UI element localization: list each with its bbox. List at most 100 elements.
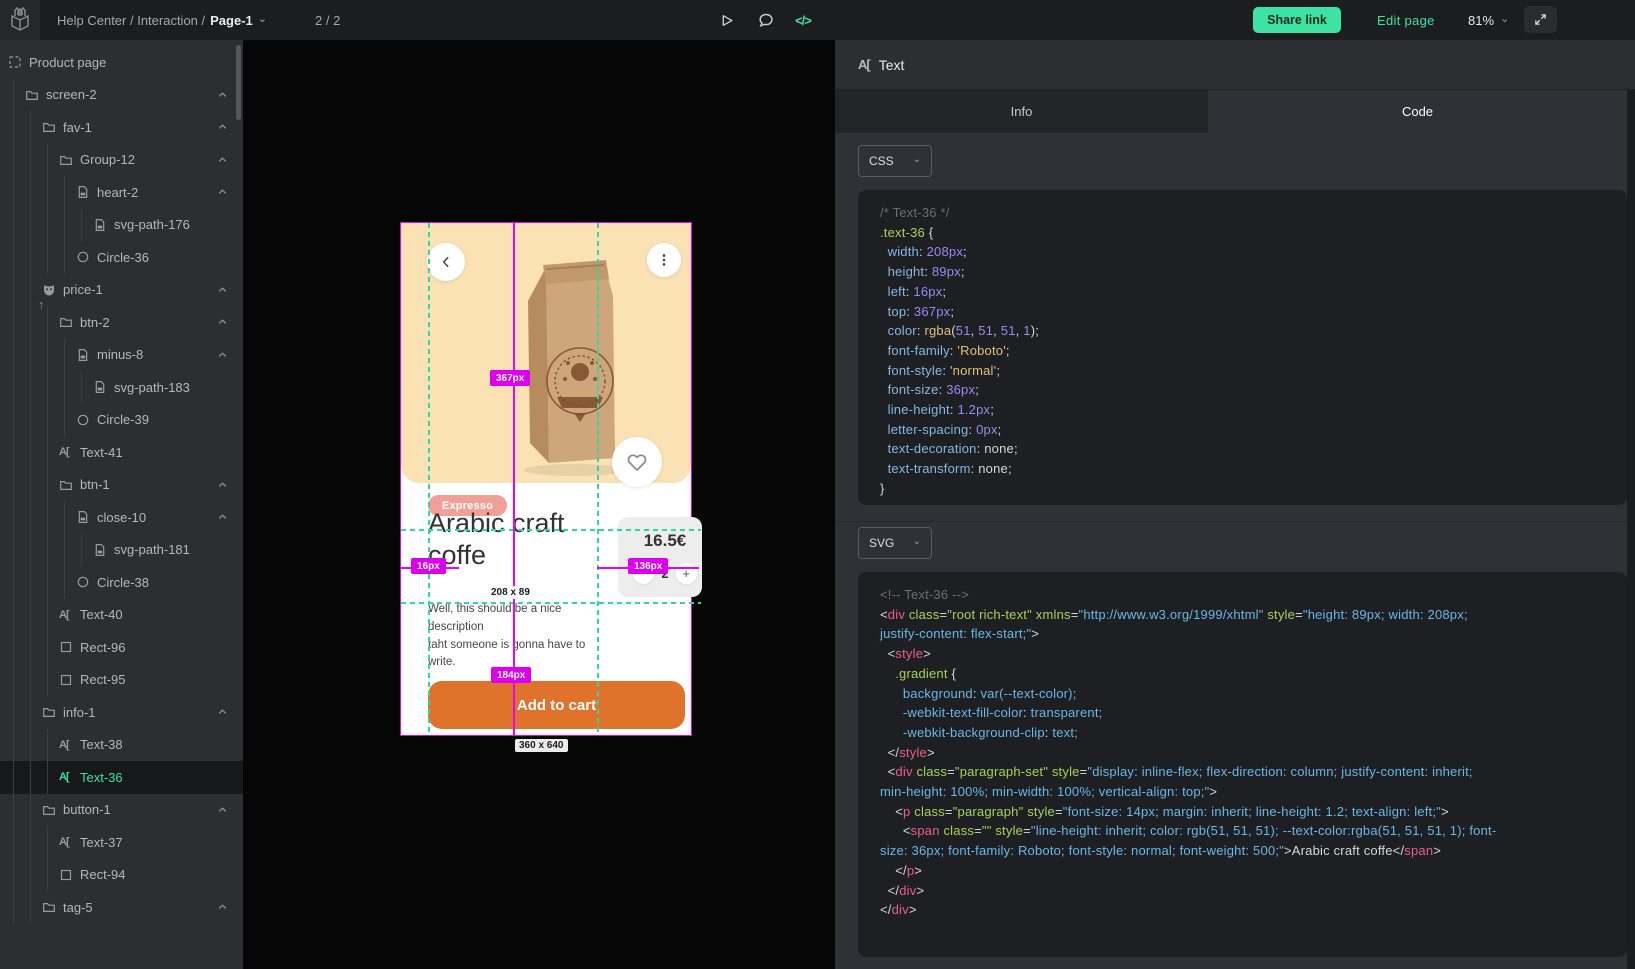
layer-item-rect-96[interactable]: Rect-96	[0, 631, 243, 664]
guide-horizontal-top	[401, 529, 701, 531]
layer-item-fav-1[interactable]: fav-1	[0, 111, 243, 144]
layer-item-price-1[interactable]: price-1	[0, 274, 243, 307]
folder-icon	[25, 88, 43, 102]
screen-frame[interactable]: Expresso Arabic craft coffe Well, this s…	[401, 223, 691, 735]
svg-language-dropdown[interactable]: SVG ⌄	[858, 527, 932, 559]
tree-indent-line	[59, 501, 76, 534]
page-count: 2 / 2	[315, 0, 340, 40]
screen-dimensions-label: 360 x 640	[515, 739, 568, 752]
layer-label: price-1	[63, 282, 103, 297]
chevron-up-icon[interactable]	[216, 510, 229, 523]
layer-item-text-38[interactable]: A[Text-38	[0, 729, 243, 762]
inspector-panel: A[ Text Info Code CSS ⌄ /* Text-36 */.te…	[835, 40, 1635, 969]
layer-item-svg-path-181[interactable]: svg-path-181	[0, 534, 243, 567]
layer-item-group-12[interactable]: Group-12	[0, 144, 243, 177]
tree-indent-line	[59, 339, 76, 372]
comments-button[interactable]	[751, 0, 781, 40]
tree-indent-line	[76, 209, 93, 242]
layer-item-heart-2[interactable]: heart-2	[0, 176, 243, 209]
layer-item-product-page[interactable]: Product page	[0, 46, 243, 79]
tree-indent-line	[8, 891, 25, 924]
chevron-up-icon[interactable]	[216, 153, 229, 166]
tree-indent-line	[59, 209, 76, 242]
layer-item-btn-1[interactable]: btn-1	[0, 469, 243, 502]
tree-indent-line	[42, 566, 59, 599]
fullscreen-button[interactable]	[1524, 6, 1557, 33]
layer-label: minus-8	[97, 347, 143, 362]
layer-item-screen-2[interactable]: screen-2	[0, 79, 243, 112]
layer-item-circle-39[interactable]: Circle-39	[0, 404, 243, 437]
chevron-up-icon[interactable]	[216, 185, 229, 198]
tree-indent-line	[25, 176, 42, 209]
chevron-up-icon[interactable]	[216, 283, 229, 296]
layer-item-close-10[interactable]: close-10	[0, 501, 243, 534]
layer-item-text-41[interactable]: A[Text-41	[0, 436, 243, 469]
tree-indent-line	[25, 534, 42, 567]
layer-label: svg-path-183	[114, 380, 190, 395]
layer-label: Circle-39	[97, 412, 149, 427]
coffee-bag-image	[516, 251, 621, 476]
chevron-up-icon[interactable]	[216, 900, 229, 913]
tab-info[interactable]: Info	[835, 90, 1208, 133]
tree-indent-line	[25, 469, 42, 502]
chevron-up-icon[interactable]	[216, 478, 229, 491]
layer-item-info-1[interactable]: info-1	[0, 696, 243, 729]
layer-label: Circle-36	[97, 250, 149, 265]
tab-code[interactable]: Code	[1208, 90, 1627, 133]
svgfile-icon	[76, 348, 94, 362]
tree-indent-line	[8, 176, 25, 209]
app-logo-icon[interactable]	[0, 0, 40, 40]
edit-page-link[interactable]: Edit page	[1377, 0, 1435, 40]
play-button[interactable]	[711, 0, 741, 40]
chevron-up-icon[interactable]	[216, 120, 229, 133]
share-link-button[interactable]: Share link	[1253, 7, 1341, 33]
layer-item-rect-95[interactable]: Rect-95	[0, 664, 243, 697]
tree-indent-line	[42, 241, 59, 274]
chevron-up-icon[interactable]	[216, 803, 229, 816]
layer-item-svg-path-176[interactable]: svg-path-176	[0, 209, 243, 242]
sidebar-scrollbar[interactable]	[236, 45, 241, 120]
tree-indent-line	[76, 371, 93, 404]
layer-item-text-40[interactable]: A[Text-40	[0, 599, 243, 632]
breadcrumb[interactable]: Help Center / Interaction / Page-1 ⌄	[57, 0, 267, 40]
zoom-level-dropdown[interactable]: 81% ⌄	[1468, 0, 1509, 40]
layer-item-circle-38[interactable]: Circle-38	[0, 566, 243, 599]
svg-code-block[interactable]: <!-- Text-36 --><div class="root rich-te…	[858, 572, 1627, 957]
guide-horizontal-bottom	[401, 602, 701, 604]
layer-item-text-36[interactable]: A[Text-36	[0, 761, 243, 794]
chevron-up-icon[interactable]	[216, 348, 229, 361]
tree-indent-line	[8, 566, 25, 599]
layer-item-tag-5[interactable]: tag-5	[0, 891, 243, 924]
layer-item-btn-2[interactable]: btn-2	[0, 306, 243, 339]
chevron-up-icon[interactable]	[216, 315, 229, 328]
layer-item-text-37[interactable]: A[Text-37	[0, 826, 243, 859]
svgfile-icon	[93, 218, 111, 232]
tree-indent-line	[42, 761, 59, 794]
rect-icon	[59, 640, 77, 654]
tree-indent-line	[42, 404, 59, 437]
back-button[interactable]	[427, 243, 465, 281]
text-dimensions-label: 208 x 89	[487, 586, 534, 599]
layer-item-circle-36[interactable]: Circle-36	[0, 241, 243, 274]
inspector-scrollbar-track[interactable]	[1627, 133, 1635, 969]
layer-label: svg-path-176	[114, 217, 190, 232]
code-mode-button[interactable]: </>	[788, 0, 818, 40]
favorite-button[interactable]	[612, 437, 662, 487]
layer-item-svg-path-183[interactable]: svg-path-183	[0, 371, 243, 404]
layer-item-button-1[interactable]: button-1	[0, 794, 243, 827]
layer-label: Product page	[29, 55, 106, 70]
canvas[interactable]: Expresso Arabic craft coffe Well, this s…	[243, 40, 835, 969]
layer-item-minus-8[interactable]: minus-8	[0, 339, 243, 372]
chevron-up-icon[interactable]	[216, 88, 229, 101]
circle-icon	[76, 575, 94, 589]
layer-item-rect-94[interactable]: Rect-94	[0, 859, 243, 892]
rect-icon	[59, 673, 77, 687]
tree-indent-line	[42, 826, 59, 859]
add-to-cart-button[interactable]: Add to cart	[428, 681, 685, 729]
css-code-block[interactable]: /* Text-36 */.text-36 { width: 208px; he…	[858, 190, 1627, 505]
more-options-button[interactable]	[647, 243, 681, 277]
tree-indent-line	[8, 696, 25, 729]
css-language-dropdown[interactable]: CSS ⌄	[858, 145, 932, 177]
layers-panel: Product page screen-2fav-1Group-12heart-2…	[0, 40, 243, 969]
chevron-up-icon[interactable]	[216, 705, 229, 718]
